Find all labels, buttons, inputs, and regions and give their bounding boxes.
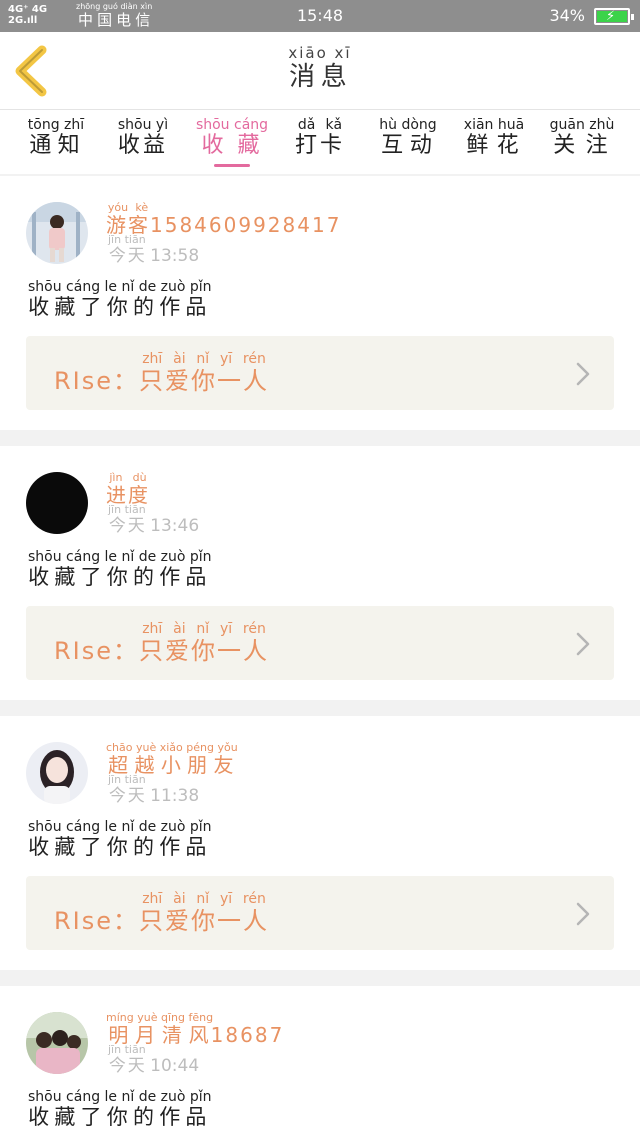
timestamp: 今天jīn tiān 13:46 bbox=[108, 503, 200, 536]
chevron-right-icon bbox=[576, 632, 590, 656]
action-text: 收藏了你的作品shōu cáng le nǐ de zuò pǐn bbox=[28, 549, 212, 589]
tab-flowers[interactable]: 鲜花xiān huā bbox=[454, 117, 534, 159]
work-title: RIse：只爱你一人zhī ài nǐ yī rén bbox=[54, 891, 270, 935]
battery-icon: ⚡ bbox=[594, 8, 634, 25]
page-title: 消息xiāo xī bbox=[288, 44, 352, 92]
timestamp: 今天jīn tiān 13:58 bbox=[108, 233, 200, 266]
chevron-right-icon bbox=[576, 362, 590, 386]
work-link[interactable]: RIse：只爱你一人zhī ài nǐ yī rén bbox=[26, 606, 614, 680]
timestamp: 今天jīn tiān 11:38 bbox=[108, 773, 200, 806]
work-link[interactable]: RIse：只爱你一人zhī ài nǐ yī rén bbox=[26, 876, 614, 950]
battery-percent: 34% bbox=[549, 6, 585, 25]
clock: 15:48 bbox=[296, 6, 344, 25]
avatar[interactable] bbox=[26, 742, 88, 804]
work-link[interactable]: RIse：只爱你一人zhī ài nǐ yī rén bbox=[26, 336, 614, 410]
tab-notifications[interactable]: 通知tōng zhī bbox=[16, 117, 96, 159]
tab-interactions[interactable]: 互动hù dòng bbox=[368, 117, 448, 159]
action-text: 收藏了你的作品shōu cáng le nǐ de zuò pǐn bbox=[28, 279, 212, 319]
nav-header: 消息xiāo xī bbox=[0, 32, 640, 110]
message-card[interactable]: 进度jìn dù 今天jīn tiān 13:46 收藏了你的作品shōu cá… bbox=[0, 446, 640, 700]
tab-checkin[interactable]: 打卡dǎ kǎ bbox=[280, 117, 360, 159]
avatar[interactable] bbox=[26, 202, 88, 264]
message-card[interactable]: 超越小朋友chāo yuè xiǎo péng yǒu 今天jīn tiān 1… bbox=[0, 716, 640, 970]
message-card[interactable]: 游客yóu kè1584609928417 今天jīn tiān 13:58 收… bbox=[0, 176, 640, 430]
message-card[interactable]: 明月清风míng yuè qīng fēng18687 今天jīn tiān 1… bbox=[0, 986, 640, 1138]
work-title: RIse：只爱你一人zhī ài nǐ yī rén bbox=[54, 621, 270, 665]
status-bar: 4G⁺ 4G 2G.ıll 中国电信zhōng guó diàn xìn 15:… bbox=[0, 0, 640, 32]
avatar[interactable] bbox=[26, 1012, 88, 1074]
tab-bar: 通知tōng zhī 收益shōu yì 收藏shōu cáng 打卡dǎ kǎ… bbox=[0, 110, 640, 174]
chevron-right-icon bbox=[576, 902, 590, 926]
tab-favorites[interactable]: 收藏shōu cáng bbox=[192, 117, 272, 159]
active-tab-indicator bbox=[214, 164, 250, 167]
timestamp: 今天jīn tiān 10:44 bbox=[108, 1043, 200, 1076]
avatar[interactable] bbox=[26, 472, 88, 534]
action-text: 收藏了你的作品shōu cáng le nǐ de zuò pǐn bbox=[28, 819, 212, 859]
tab-following[interactable]: 关注guān zhù bbox=[542, 117, 622, 159]
action-text: 收藏了你的作品shōu cáng le nǐ de zuò pǐn bbox=[28, 1089, 212, 1129]
work-title: RIse：只爱你一人zhī ài nǐ yī rén bbox=[54, 351, 270, 395]
tab-earnings[interactable]: 收益shōu yì bbox=[103, 117, 183, 159]
